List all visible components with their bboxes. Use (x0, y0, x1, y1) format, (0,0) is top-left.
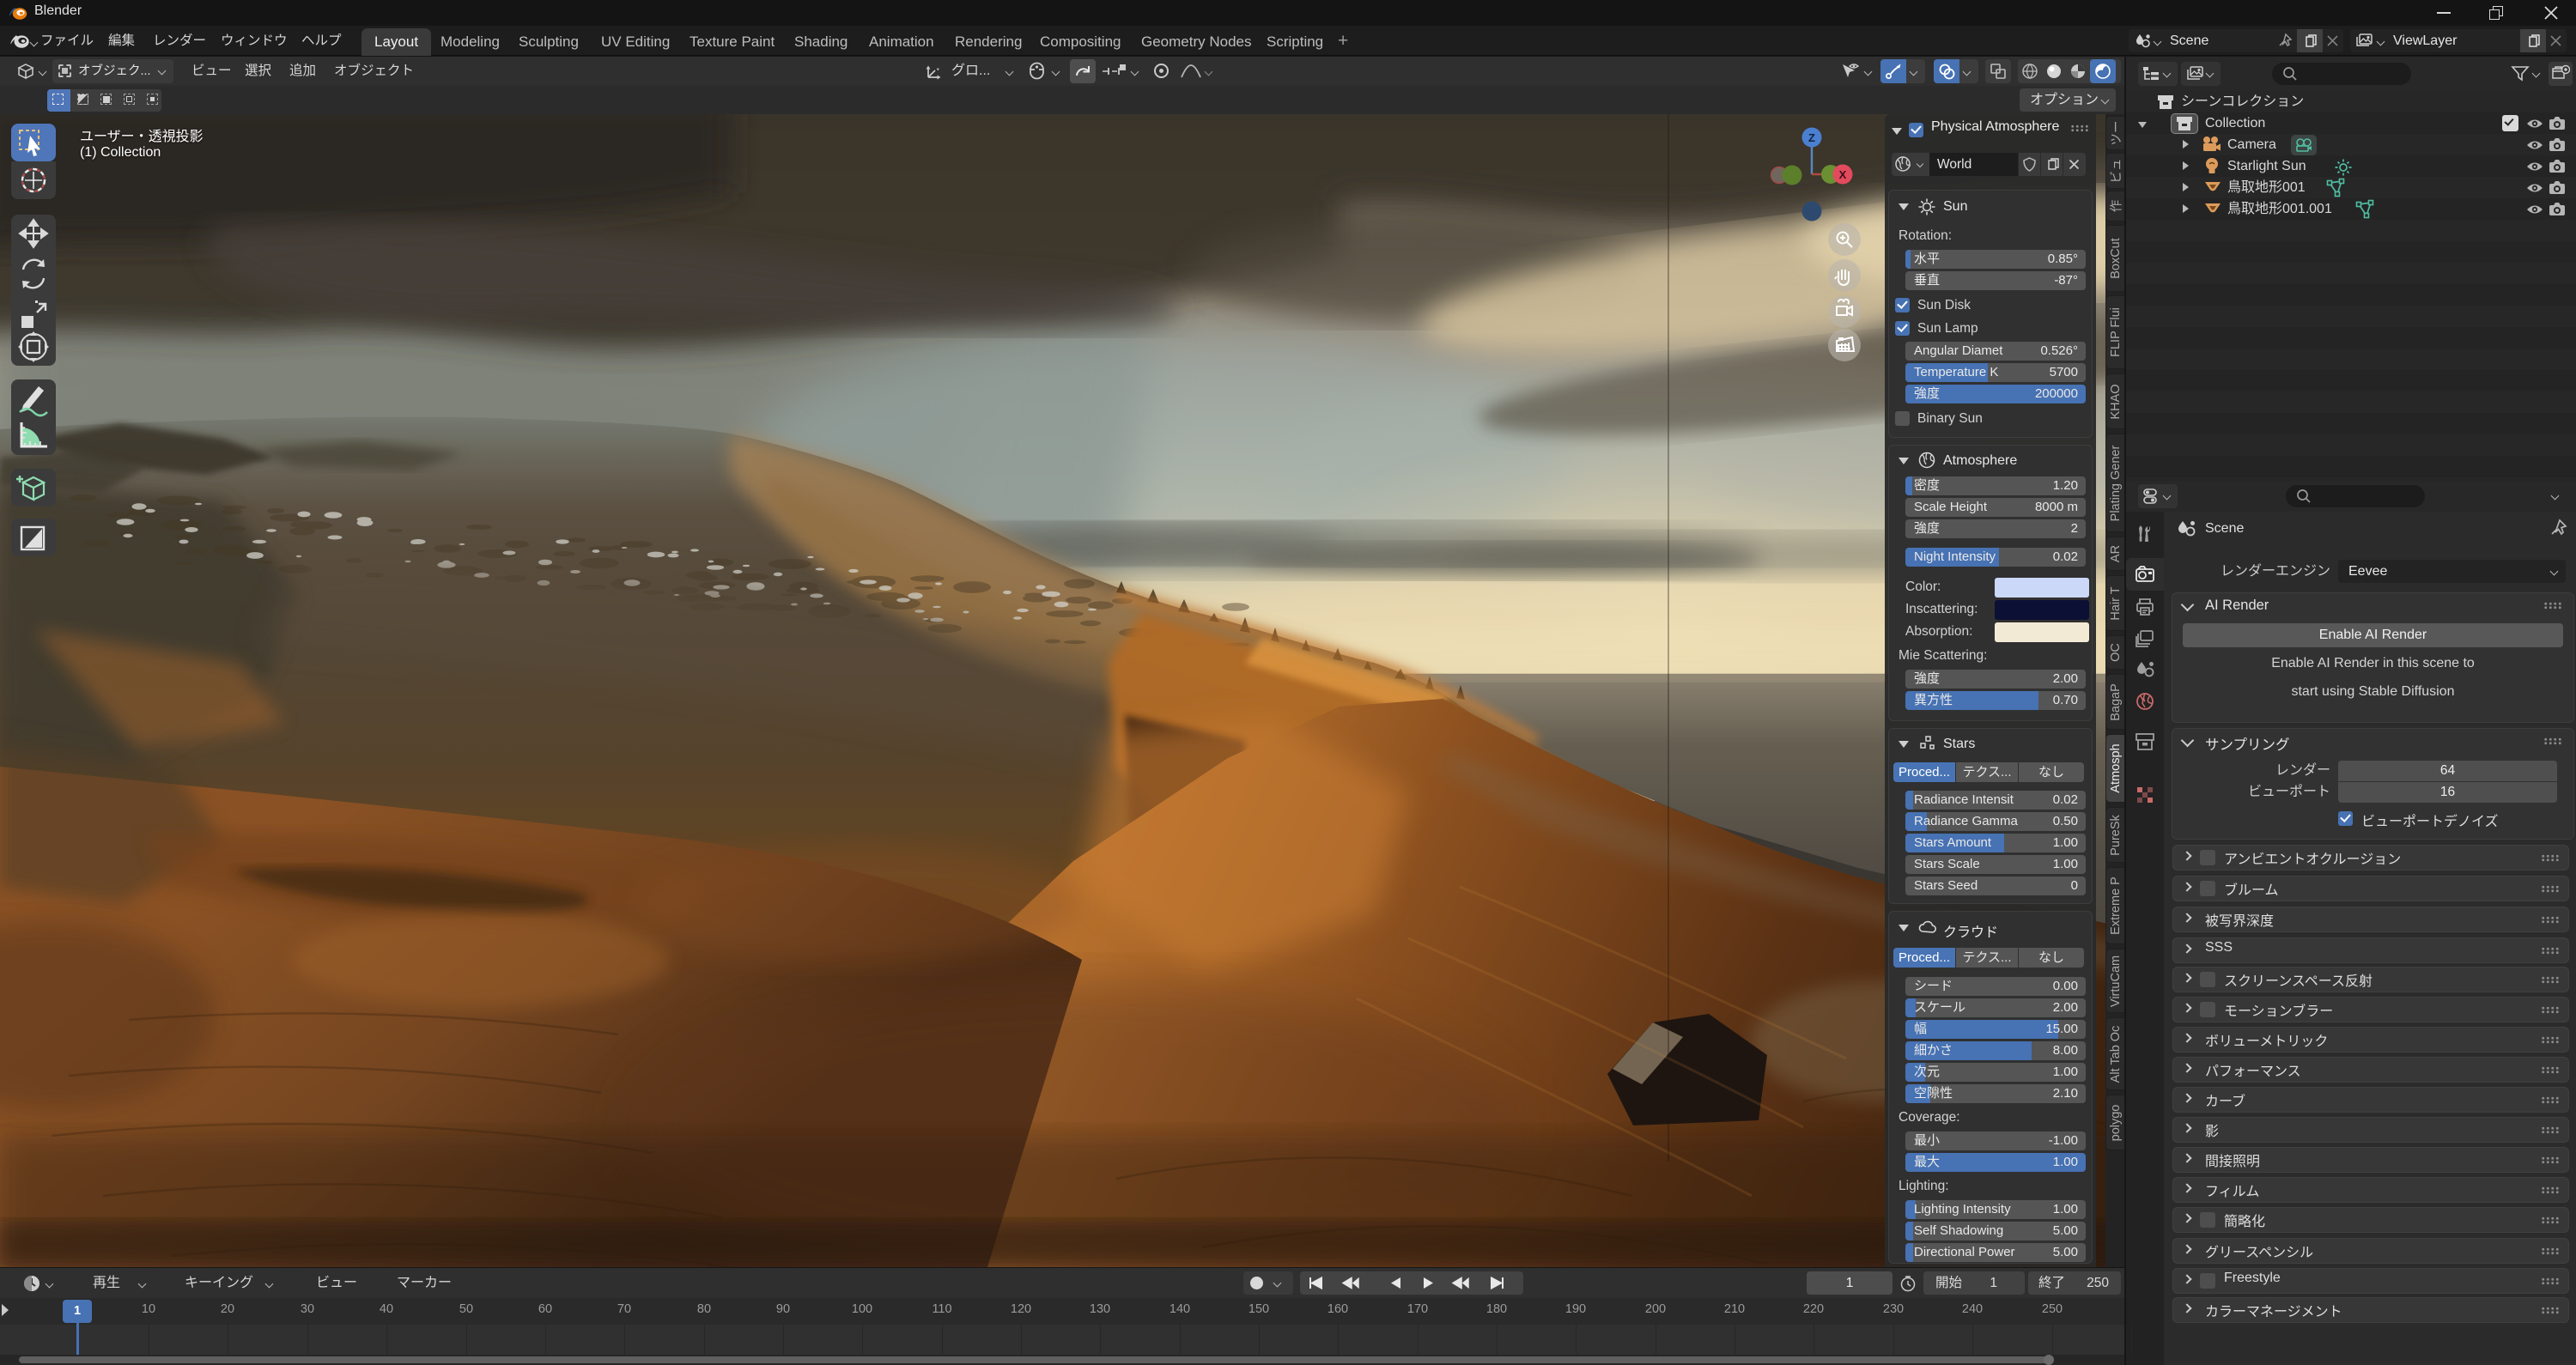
svg-text:Z: Z (1808, 131, 1815, 144)
svg-text:X: X (1839, 168, 1847, 181)
